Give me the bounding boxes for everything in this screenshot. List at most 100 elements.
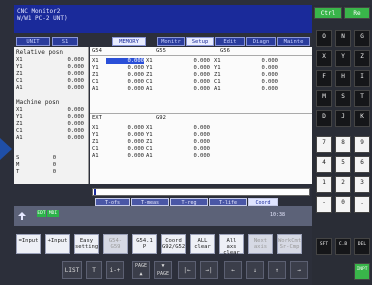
home-button[interactable]: |← [178, 261, 196, 279]
tab-coord[interactable]: Coord [248, 198, 278, 206]
tab-t-reg[interactable]: T-reg [170, 198, 208, 206]
divider [90, 113, 312, 114]
softkey-easy-setting[interactable]: Easy setting [74, 234, 99, 254]
page-up-button[interactable]: PAGE ▲ [132, 261, 150, 279]
key-s[interactable]: S [335, 90, 351, 107]
offset-cell[interactable]: 0.000 [172, 153, 210, 159]
cursor-up-button[interactable]: ↑ [268, 261, 286, 279]
ctrl-key[interactable]: Ctrl [314, 7, 342, 19]
tab-t-life[interactable]: T-life [209, 198, 247, 206]
axis-label: Y1 [214, 65, 221, 71]
tab-unit[interactable]: UNIT [16, 37, 50, 46]
axis-value: 0.000 [67, 78, 84, 84]
offset-cell[interactable]: 0.000 [106, 79, 144, 85]
col-header-g92: G92 [156, 115, 166, 121]
tab-monitr[interactable]: Monitr [157, 37, 185, 46]
tab-mainte[interactable]: Mainte [277, 37, 310, 46]
window-button[interactable]: i-+ [106, 261, 124, 279]
key-dot[interactable]: . [354, 196, 370, 213]
offset-cell[interactable]: 0.000 [106, 132, 144, 138]
axis-label: X1 [92, 125, 99, 131]
key-i[interactable]: I [354, 70, 370, 87]
key-minus[interactable]: - [316, 196, 332, 213]
reset-key[interactable]: Re [344, 7, 370, 19]
softkey-all-clear[interactable]: ALL clear [190, 234, 215, 254]
key-9[interactable]: 9 [354, 136, 370, 153]
relative-row: C1 0.000 [16, 78, 84, 84]
key-g[interactable]: G [354, 30, 370, 47]
tab-t-meas[interactable]: T-meas [131, 198, 169, 206]
offset-cell[interactable]: 0.000 [172, 139, 210, 145]
key-j[interactable]: J [335, 110, 351, 127]
key-delete[interactable]: DEL [354, 238, 370, 255]
offset-cell[interactable]: 0.000 [240, 58, 278, 64]
key-y[interactable]: Y [335, 50, 351, 67]
key-m[interactable]: M [316, 90, 332, 107]
cursor-left-button[interactable]: ← [224, 261, 242, 279]
tab-diagn[interactable]: Diagn [246, 37, 276, 46]
axis-label: X1 [146, 125, 153, 131]
key-n[interactable]: N [335, 30, 351, 47]
tab-s1[interactable]: S1 [52, 37, 78, 46]
offset-cell[interactable]: 0.000 [240, 65, 278, 71]
key-5[interactable]: 5 [335, 156, 351, 173]
tab-setup[interactable]: Setup [186, 37, 214, 46]
t-button[interactable]: T [86, 261, 102, 279]
softkey-g54-g59[interactable]: G54-G59 [103, 234, 128, 254]
offset-cell[interactable]: 0.000 [172, 65, 210, 71]
softkey-g54-1-p[interactable]: G54.1 P [132, 234, 157, 254]
cursor-right-button[interactable]: → [290, 261, 308, 279]
key-6[interactable]: 6 [354, 156, 370, 173]
key-h[interactable]: H [335, 70, 351, 87]
offset-cell[interactable]: 0.000 [172, 132, 210, 138]
input-key[interactable]: INPT [354, 263, 370, 280]
key-x[interactable]: X [316, 50, 332, 67]
key-k[interactable]: K [354, 110, 370, 127]
key-cancel[interactable]: C.B [335, 238, 351, 255]
offset-cell[interactable]: 0.000 [106, 146, 144, 152]
offset-cell[interactable]: 0.000 [106, 153, 144, 159]
offset-cell[interactable]: 0.000 [106, 65, 144, 71]
offset-cell[interactable]: 0.000 [106, 72, 144, 78]
softkey-all-axis-clear[interactable]: All axs clear [219, 234, 244, 256]
softkey-next-axis[interactable]: Next axis [248, 234, 273, 254]
offset-cell[interactable]: 0.000 [172, 86, 210, 92]
offset-cell[interactable]: 0.000 [106, 86, 144, 92]
offset-cell-selected[interactable]: 0.000 [106, 58, 144, 64]
offset-cell[interactable]: 0.000 [172, 125, 210, 131]
offset-cell[interactable]: 0.000 [172, 146, 210, 152]
softkey-plus-input[interactable]: +Input [45, 234, 70, 254]
key-0[interactable]: 0 [335, 196, 351, 213]
key-2[interactable]: 2 [335, 176, 351, 193]
offset-cell[interactable]: 0.000 [172, 79, 210, 85]
offset-cell[interactable]: 0.000 [172, 72, 210, 78]
key-1[interactable]: 1 [316, 176, 332, 193]
softkey-workcmt[interactable]: WorkCmt Sr-Cmp [277, 234, 302, 254]
key-o[interactable]: O [316, 30, 332, 47]
key-7[interactable]: 7 [316, 136, 332, 153]
offset-cell[interactable]: 0.000 [106, 125, 144, 131]
key-8[interactable]: 8 [335, 136, 351, 153]
key-d[interactable]: D [316, 110, 332, 127]
offset-cell[interactable]: 0.000 [106, 139, 144, 145]
key-4[interactable]: 4 [316, 156, 332, 173]
offset-cell[interactable]: 0.000 [240, 72, 278, 78]
cursor-down-button[interactable]: ↓ [246, 261, 264, 279]
key-f[interactable]: F [316, 70, 332, 87]
key-z[interactable]: Z [354, 50, 370, 67]
offset-cell[interactable]: 0.000 [172, 58, 210, 64]
key-t[interactable]: T [354, 90, 370, 107]
tab-memory[interactable]: MEMORY [112, 37, 146, 46]
tab-edit[interactable]: Edit [215, 37, 245, 46]
key-3[interactable]: 3 [354, 176, 370, 193]
page-down-button[interactable]: ▼ PAGE [154, 261, 172, 279]
data-input-line[interactable] [92, 188, 310, 196]
end-button[interactable]: →| [200, 261, 218, 279]
list-button[interactable]: LIST [62, 261, 82, 279]
offset-cell[interactable]: 0.000 [240, 86, 278, 92]
key-shift[interactable]: SFT [316, 238, 332, 255]
softkey-coord-g92[interactable]: Coord G92/G52 [161, 234, 186, 254]
tab-t-ofs[interactable]: T-ofs [95, 198, 130, 206]
offset-cell[interactable]: 0.000 [240, 79, 278, 85]
softkey-equal-input[interactable]: =Input [16, 234, 41, 254]
